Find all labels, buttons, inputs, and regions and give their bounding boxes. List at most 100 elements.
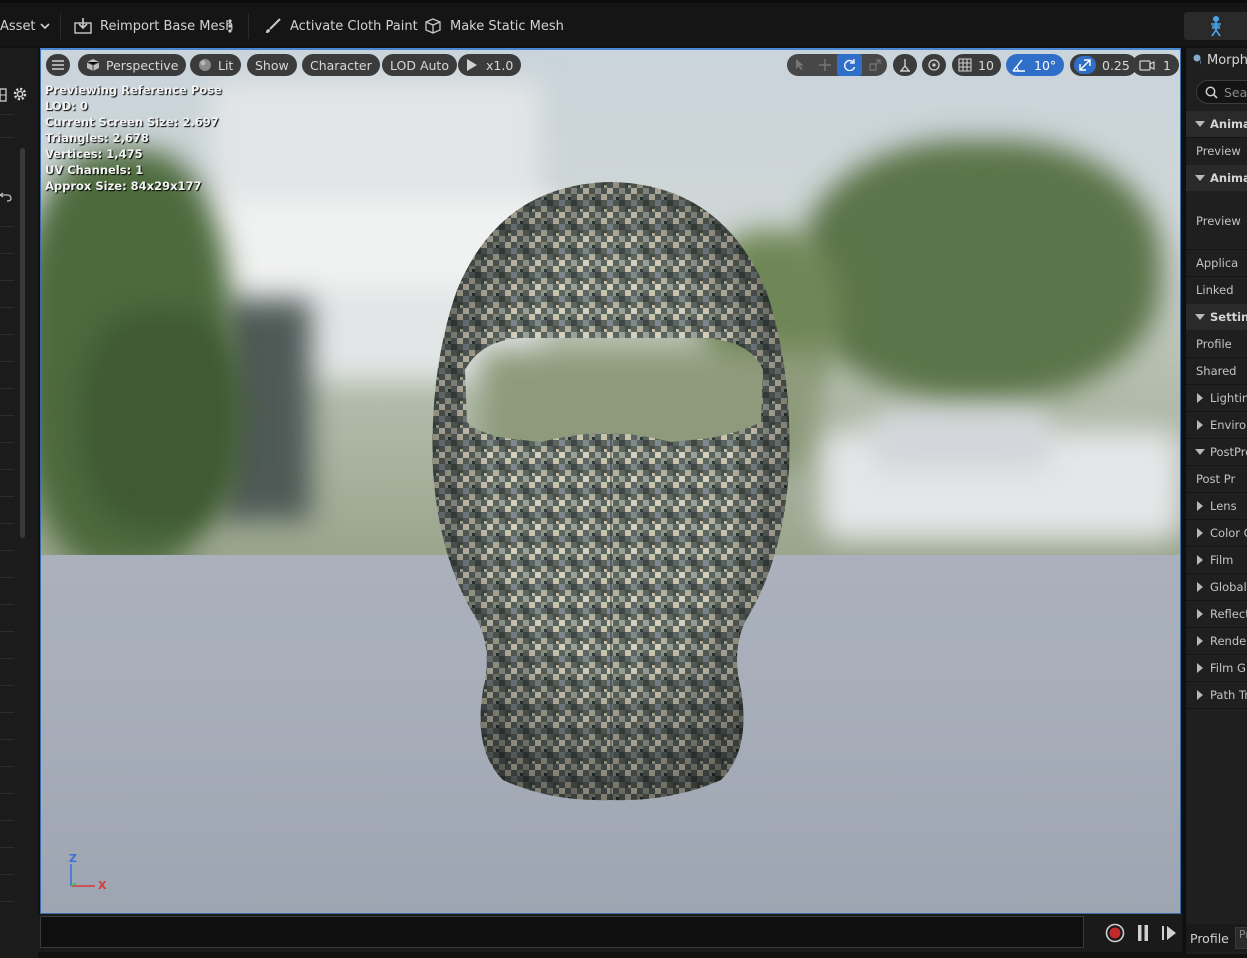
undo-icon[interactable] [0, 190, 12, 202]
collapse-arrow-icon [1197, 501, 1203, 511]
playback-speed-button[interactable]: x1.0 [458, 54, 522, 76]
row-divider [0, 496, 14, 497]
expand-arrow-icon [1195, 121, 1205, 127]
category-animation-2[interactable]: Animat [1186, 165, 1247, 191]
asset-menu-label: Asset [0, 18, 36, 34]
category-label: Animat [1210, 117, 1247, 131]
sphere-icon [199, 59, 211, 71]
group-label: Film [1210, 553, 1234, 567]
activate-cloth-paint-button[interactable]: Activate Cloth Paint [263, 12, 418, 40]
category-animation[interactable]: Animat [1186, 111, 1247, 137]
category-label: Animat [1210, 171, 1247, 185]
world-local-button[interactable] [922, 54, 946, 76]
property-row[interactable]: Shared [1186, 358, 1247, 384]
group-row-lighting[interactable]: Lighting [1186, 385, 1247, 411]
expand-arrow-icon [1195, 175, 1205, 181]
group-row-color-grading[interactable]: Color G [1186, 520, 1247, 546]
property-label: Post Pr [1196, 472, 1236, 486]
group-row-film-grain[interactable]: Film Gr [1186, 655, 1247, 681]
group-row-postprocess[interactable]: PostPro [1186, 439, 1247, 465]
lod-menu-button[interactable]: LOD Auto [382, 54, 457, 76]
pause-icon[interactable] [1137, 924, 1149, 942]
property-row[interactable]: Preview [1186, 138, 1247, 164]
reimport-base-mesh-button[interactable]: Reimport Base Mesh [73, 12, 234, 40]
group-label: Color G [1210, 526, 1247, 540]
row-divider [0, 901, 14, 902]
grid-view-icon[interactable] [0, 88, 8, 102]
translate-tool-button[interactable] [812, 54, 837, 76]
perspective-button[interactable]: Perspective [78, 54, 187, 76]
group-label: Path Tr [1210, 688, 1247, 702]
morph-target-tab[interactable]: Morph [1186, 48, 1247, 72]
balaclava-mesh [432, 182, 790, 801]
scale-tool-button[interactable] [862, 54, 887, 76]
grid-icon [958, 58, 972, 72]
rotate-tool-button[interactable] [837, 54, 862, 76]
row-divider [0, 334, 14, 335]
collapse-arrow-icon [1197, 555, 1203, 565]
cube-icon [86, 59, 100, 71]
row-divider [0, 137, 14, 138]
timeline-scrubber[interactable] [40, 916, 1084, 948]
row-divider [0, 226, 14, 227]
scale-snap-button[interactable]: 0.25 [1070, 54, 1137, 76]
group-row-rendering[interactable]: Render [1186, 628, 1247, 654]
row-divider [0, 550, 14, 551]
more-options-button[interactable] [228, 12, 239, 40]
record-icon[interactable] [1105, 923, 1125, 943]
character-label: Character [310, 57, 372, 73]
preview-pose-text: Previewing Reference Pose [45, 83, 222, 97]
group-row-global-illumination[interactable]: Global I [1186, 574, 1247, 600]
viewport-options-button[interactable] [46, 54, 70, 76]
grid-snap-button[interactable]: 10 [952, 54, 1001, 76]
camera-speed-value: 1 [1163, 57, 1171, 73]
z-axis-label: Z [69, 852, 77, 865]
left-panel-scrollbar[interactable] [20, 148, 25, 538]
rotation-snap-button[interactable]: 10° [1006, 54, 1065, 76]
viewport-stats-overlay: Previewing Reference Pose LOD: 0 Current… [45, 82, 222, 194]
row-divider [0, 469, 14, 470]
step-forward-icon[interactable] [1161, 924, 1177, 942]
cursor-icon [795, 59, 803, 70]
background-tree [81, 310, 241, 530]
group-row-environment[interactable]: Environ [1186, 412, 1247, 438]
scale-arrow-icon [1079, 59, 1091, 71]
morph-target-icon [1193, 54, 1201, 65]
paint-brush-icon [266, 18, 281, 33]
lit-mode-button[interactable]: Lit [190, 54, 242, 76]
property-row[interactable]: Linked [1186, 277, 1247, 303]
property-row[interactable]: Post Pr [1186, 466, 1247, 492]
asset-menu[interactable]: Asset [0, 12, 50, 40]
row-divider [0, 766, 14, 767]
profile-dropdown[interactable]: Pr [1234, 927, 1247, 949]
scale-snap-toggle[interactable] [1074, 56, 1096, 74]
group-row-lens[interactable]: Lens [1186, 493, 1247, 519]
character-menu-button[interactable]: Character [302, 54, 380, 76]
property-label: Linked [1196, 283, 1234, 297]
gear-icon[interactable] [12, 86, 28, 102]
make-static-mesh-button[interactable]: Make Static Mesh [423, 12, 564, 40]
hamburger-icon [52, 60, 64, 70]
category-settings[interactable]: Setting [1186, 304, 1247, 330]
skeleton-editor-button[interactable] [1184, 12, 1247, 40]
property-row[interactable]: Profile [1186, 331, 1247, 357]
show-menu-button[interactable]: Show [247, 54, 297, 76]
profile-selector: Profile Pr [1186, 924, 1247, 952]
select-tool-button[interactable] [787, 54, 812, 76]
screen-size-text: Current Screen Size: 2.697 [45, 115, 219, 129]
lod-label: LOD Auto [390, 57, 449, 73]
group-row-path-tracing[interactable]: Path Tr [1186, 682, 1247, 708]
collapse-arrow-icon [1197, 582, 1203, 592]
group-row-film[interactable]: Film [1186, 547, 1247, 573]
property-row[interactable]: Preview [1186, 193, 1247, 249]
surface-snap-button[interactable] [893, 54, 917, 76]
preview-viewport[interactable]: Previewing Reference Pose LOD: 0 Current… [40, 48, 1181, 914]
row-divider [0, 658, 14, 659]
camera-icon [1139, 60, 1155, 71]
group-row-reflections[interactable]: Reflect [1186, 601, 1247, 627]
details-search-box[interactable]: Sea [1196, 80, 1247, 104]
camera-speed-button[interactable]: 1 [1132, 54, 1179, 76]
property-row[interactable]: Applica [1186, 250, 1247, 276]
row-divider [0, 820, 14, 821]
more-vertical-icon [228, 19, 232, 33]
